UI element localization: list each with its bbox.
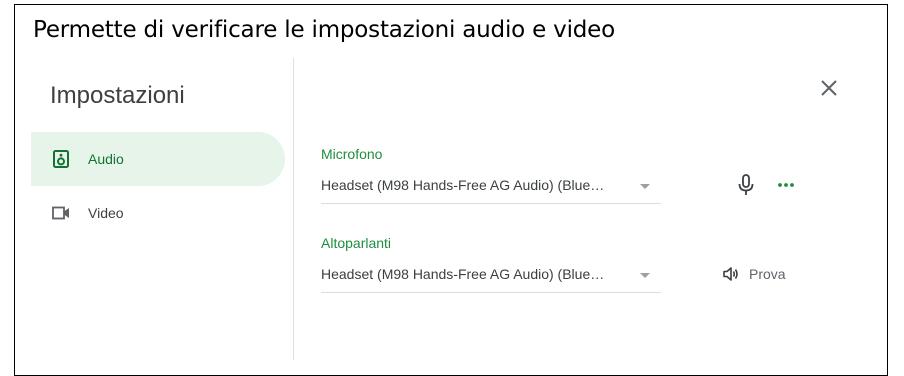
chevron-down-icon [640,273,650,278]
more-icon[interactable] [775,174,797,196]
test-button-label: Prova [749,266,786,282]
sidebar-item-audio[interactable]: Audio [31,132,285,186]
test-speakers-button[interactable]: Prova [722,260,786,288]
sidebar-divider [293,58,294,360]
sidebar-item-label: Video [88,205,124,221]
close-icon[interactable] [815,74,843,102]
mic-icon[interactable] [737,174,755,196]
speaker-icon [53,150,69,168]
volume-icon [723,267,738,281]
caption-text: Permette di verificare le impostazioni a… [33,17,616,43]
sidebar-item-video[interactable]: Video [31,186,285,240]
microphone-select-value: Headset (M98 Hands-Free AG Audio) (Blue… [321,177,605,193]
speakers-label: Altoparlanti [321,235,392,251]
microphone-select[interactable]: Headset (M98 Hands-Free AG Audio) (Blue… [321,171,661,204]
chevron-down-icon [640,184,650,189]
sidebar-item-label: Audio [88,151,124,167]
speakers-select-value: Headset (M98 Hands-Free AG Audio) (Blue… [321,266,605,282]
videocam-icon [52,206,69,220]
microphone-label: Microfono [321,146,383,162]
dialog-title: Impostazioni [50,82,185,109]
speakers-select[interactable]: Headset (M98 Hands-Free AG Audio) (Blue… [321,260,661,293]
